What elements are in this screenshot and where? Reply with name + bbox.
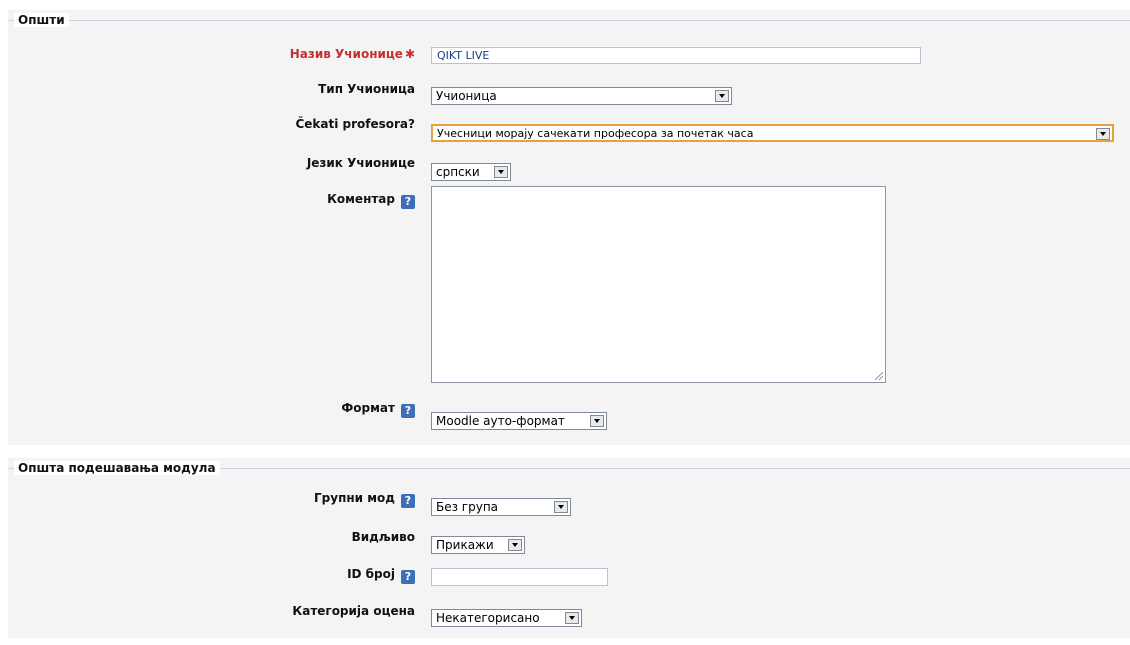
id-number-label: ID број? — [347, 567, 415, 584]
comment-label: Коментар? — [327, 192, 415, 209]
classroom-language-select[interactable]: српски — [431, 163, 511, 181]
wait-for-teacher-label: Čekati profesora? — [295, 117, 415, 131]
classroom-name-label-text: Назив Учионице — [289, 47, 403, 61]
classroom-language-label: Језик Учионице — [306, 156, 415, 170]
grade-category-value: Некатегорисано — [436, 611, 540, 625]
classroom-language-value: српски — [436, 165, 480, 179]
format-value: Moodle ауто-формат — [436, 414, 565, 428]
chevron-down-icon[interactable] — [1096, 128, 1110, 140]
id-number-input[interactable] — [431, 568, 608, 586]
chevron-down-icon[interactable] — [508, 539, 522, 551]
classroom-type-value: Учионица — [436, 89, 497, 103]
required-star-icon: ✱ — [404, 47, 415, 61]
classroom-name-label: Назив Учионице ✱ — [290, 47, 415, 61]
help-icon[interactable]: ? — [401, 494, 415, 508]
grade-category-label: Категорија оцена — [292, 604, 415, 618]
classroom-type-label: Тип Учионица — [318, 82, 415, 96]
format-select[interactable]: Moodle ауто-формат — [431, 412, 607, 430]
visible-label: Видљиво — [351, 530, 415, 544]
group-mode-label-text: Групни мод — [314, 491, 395, 505]
chevron-down-icon[interactable] — [565, 612, 579, 624]
help-icon[interactable]: ? — [401, 570, 415, 584]
comment-label-text: Коментар — [327, 192, 395, 206]
fieldset-legend-general: Општи — [14, 13, 69, 27]
chevron-down-icon[interactable] — [554, 501, 568, 513]
wait-for-teacher-value: Учесници морају сачекати професора за по… — [437, 127, 754, 140]
classroom-type-select[interactable]: Учионица — [431, 87, 732, 105]
group-mode-label: Групни мод? — [314, 491, 415, 508]
visible-select[interactable]: Прикажи — [431, 536, 525, 554]
help-icon[interactable]: ? — [401, 195, 415, 209]
fieldset-divider — [8, 20, 1130, 21]
group-mode-value: Без група — [436, 500, 499, 514]
grade-category-select[interactable]: Некатегорисано — [431, 609, 582, 627]
help-icon[interactable]: ? — [401, 404, 415, 418]
format-label: Формат? — [341, 401, 415, 418]
id-number-label-text: ID број — [347, 567, 395, 581]
chevron-down-icon[interactable] — [494, 166, 508, 178]
fieldset-legend-module-settings: Општа подешавања модула — [14, 461, 220, 475]
format-label-text: Формат — [341, 401, 395, 415]
chevron-down-icon[interactable] — [590, 415, 604, 427]
resize-grip-icon[interactable] — [875, 372, 883, 380]
visible-value: Прикажи — [436, 538, 494, 552]
chevron-down-icon[interactable] — [715, 90, 729, 102]
wait-for-teacher-select[interactable]: Учесници морају сачекати професора за по… — [431, 124, 1114, 142]
classroom-name-input[interactable]: QIKT LIVE — [431, 47, 921, 64]
group-mode-select[interactable]: Без група — [431, 498, 571, 516]
comment-textarea[interactable] — [431, 186, 886, 383]
